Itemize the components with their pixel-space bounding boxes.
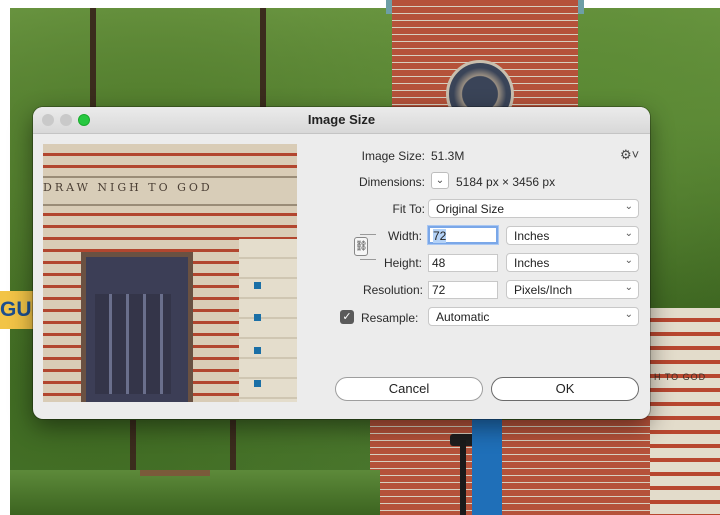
gear-icon[interactable]: ⚙˅ <box>620 147 639 163</box>
preview-door-panels <box>95 294 171 394</box>
preview-tile <box>254 314 261 321</box>
image-size-dialog: Image Size DRAW NIGH TO GOD Image Size: … <box>33 107 650 419</box>
image-size-value: 51.3M <box>431 149 465 163</box>
preview-tile <box>254 282 261 289</box>
dimensions-value: 5184 px × 3456 px <box>456 175 556 189</box>
building-bottom <box>370 420 650 515</box>
height-value: 48 <box>432 256 446 270</box>
image-preview[interactable]: DRAW NIGH TO GOD <box>43 144 297 402</box>
chevron-down-icon[interactable]: ⌄ <box>431 172 449 189</box>
dialog-title: Image Size <box>307 112 376 127</box>
chevron-down-icon: ⌄ <box>624 255 633 266</box>
width-input[interactable]: 72 <box>428 226 498 244</box>
resolution-unit-select[interactable]: Pixels/Inch ⌄ <box>506 280 639 299</box>
height-unit-select[interactable]: Inches ⌄ <box>506 253 639 272</box>
fit-to-label: Fit To: <box>392 202 425 216</box>
lamp-post <box>460 440 466 515</box>
preview-tile <box>254 347 261 354</box>
resample-label: Resample: <box>361 311 419 325</box>
width-value: 72 <box>433 229 447 243</box>
width-unit-select[interactable]: Inches ⌄ <box>506 226 639 245</box>
preview-column <box>239 239 297 402</box>
width-unit-value: Inches <box>514 229 550 243</box>
height-unit-value: Inches <box>514 256 550 270</box>
building-inscription: H TO GOD <box>654 372 707 382</box>
ok-button[interactable]: OK <box>491 377 639 401</box>
resample-value: Automatic <box>436 310 490 324</box>
tree-trunk <box>260 8 266 118</box>
resolution-value: 72 <box>432 283 446 297</box>
chevron-down-icon: ⌄ <box>624 228 633 239</box>
dimensions-label: Dimensions: <box>358 175 425 189</box>
resample-checkbox[interactable]: ✓ <box>340 310 354 324</box>
preview-tile <box>254 380 261 387</box>
building-right <box>640 308 720 515</box>
title-bar: Image Size <box>33 107 650 134</box>
resolution-unit-value: Pixels/Inch <box>514 283 573 297</box>
chevron-down-icon: ⌄ <box>624 309 633 320</box>
chevron-down-icon: ⌄ <box>624 201 633 212</box>
resample-select[interactable]: Automatic ⌄ <box>428 307 639 326</box>
resolution-input[interactable]: 72 <box>428 281 498 299</box>
height-input[interactable]: 48 <box>428 254 498 272</box>
image-size-label: Image Size: <box>361 149 425 163</box>
height-label: Height: <box>383 256 422 270</box>
cancel-button[interactable]: Cancel <box>335 377 483 401</box>
fit-to-value: Original Size <box>436 202 505 216</box>
width-label: Width: <box>387 229 422 243</box>
bench <box>140 470 210 476</box>
ground <box>10 470 380 515</box>
blue-callout-bar <box>472 404 502 515</box>
chevron-down-icon: ⌄ <box>624 282 633 293</box>
tree-trunk <box>90 8 96 118</box>
fit-to-select[interactable]: Original Size ⌄ <box>428 199 639 218</box>
preview-inscription: DRAW NIGH TO GOD <box>43 181 213 194</box>
resolution-label: Resolution: <box>362 283 423 297</box>
